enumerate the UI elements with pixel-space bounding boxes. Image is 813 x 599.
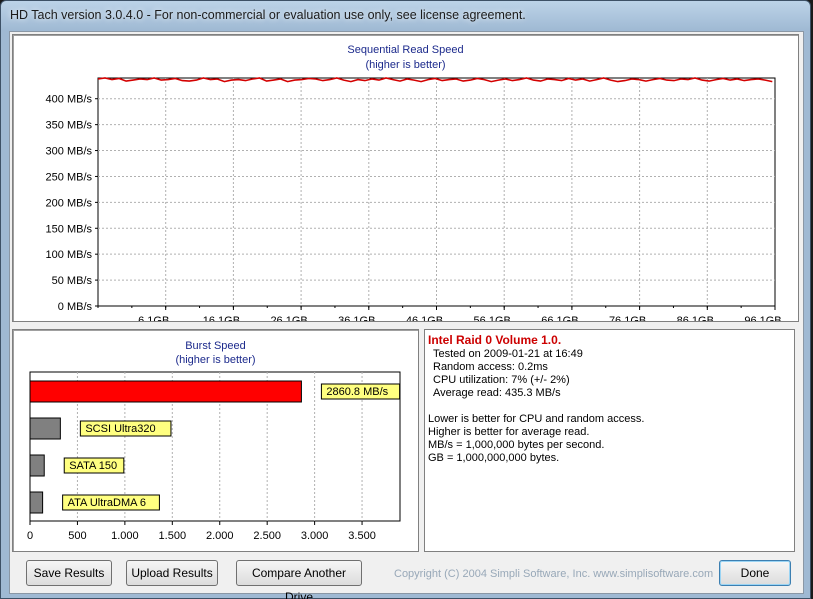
read-y-tick-label: 0 MB/s (58, 301, 93, 313)
client-area: Sequential Read Speed (higher is better)… (9, 31, 804, 599)
read-y-tick-label: 300 MB/s (46, 146, 93, 158)
note-lower-better: Lower is better for CPU and random acces… (428, 413, 645, 425)
read-y-tick-label: 400 MB/s (46, 94, 93, 106)
burst-x-tick-label: 3.000 (301, 530, 329, 542)
done-button[interactable]: Done (719, 560, 791, 586)
burst-bar (29, 417, 61, 440)
read-y-tick-label: 100 MB/s (46, 249, 93, 261)
drive-info-panel: Intel Raid 0 Volume 1.0. Tested on 2009-… (424, 329, 795, 552)
copyright-text: Copyright (C) 2004 Simpli Software, Inc.… (394, 568, 714, 580)
read-x-tick-label: 66,1GB (541, 315, 578, 321)
read-y-tick-label: 250 MB/s (46, 171, 93, 183)
sequential-read-panel: Sequential Read Speed (higher is better)… (12, 34, 799, 322)
burst-bar (29, 380, 302, 403)
read-y-tick-label: 350 MB/s (46, 120, 93, 132)
read-x-tick-label: 96,1GB (744, 315, 781, 321)
note-mbs-def: MB/s = 1,000,000 bytes per second. (428, 439, 605, 451)
window-title: HD Tach version 3.0.4.0 - For non-commer… (10, 8, 526, 22)
burst-speed-panel: Burst Speed (higher is better) 0 500 1.000… (12, 329, 419, 552)
save-results-button[interactable]: Save Results (26, 560, 112, 586)
read-x-tick-label: 86,1GB (677, 315, 714, 321)
read-x-tick-label: 16,1GB (203, 315, 240, 321)
burst-bar-label: SATA 150 (69, 460, 117, 472)
compare-drive-button[interactable]: Compare Another Drive (236, 560, 362, 599)
average-read: Average read: 435.3 MB/s (433, 387, 561, 399)
burst-x-tick-label: 1.500 (159, 530, 187, 542)
cpu-utilization: CPU utilization: 7% (+/- 2%) (433, 374, 570, 386)
read-x-tick-label: 6,1GB (138, 315, 169, 321)
burst-speed-chart: 0 500 1.000 1.500 2.000 2.500 3.000 3.500 2860.8… (27, 371, 401, 542)
read-x-tick-label: 56,1GB (474, 315, 511, 321)
read-y-tick-label: 150 MB/s (46, 223, 93, 235)
burst-bar (29, 454, 45, 477)
burst-bar-label: SCSI Ultra320 (85, 423, 155, 435)
random-access: Random access: 0.2ms (433, 361, 548, 373)
burst-bar-label: ATA UltraDMA 6 (68, 497, 146, 509)
read-y-tick-label: 50 MB/s (52, 275, 93, 287)
burst-bar-label: 2860.8 MB/s (326, 386, 388, 398)
read-y-tick-label: 200 MB/s (46, 197, 93, 209)
burst-x-tick-label: 2.000 (206, 530, 234, 542)
sequential-read-chart: 0 MB/s 50 MB/s 100 MB/s 150 MB/s 200 MB/s 250… (46, 77, 782, 321)
burst-x-tick-label: 1.000 (111, 530, 139, 542)
read-x-tick-label: 46,1GB (406, 315, 443, 321)
read-x-tick-label: 36,1GB (338, 315, 375, 321)
tested-date: Tested on 2009-01-21 at 16:49 (433, 348, 583, 360)
note-higher-better: Higher is better for average read. (428, 426, 590, 438)
drive-name: Intel Raid 0 Volume 1.0. (428, 333, 562, 347)
title-bar[interactable]: HD Tach version 3.0.4.0 - For non-commer… (1, 1, 810, 31)
app-window: HD Tach version 3.0.4.0 - For non-commer… (0, 0, 811, 599)
burst-x-tick-label: 3.500 (348, 530, 376, 542)
burst-x-tick-label: 500 (68, 530, 86, 542)
upload-results-button[interactable]: Upload Results (126, 560, 218, 586)
read-x-tick-label: 26,1GB (270, 315, 307, 321)
burst-x-tick-label: 0 (27, 530, 33, 542)
note-gb-def: GB = 1,000,000,000 bytes. (428, 452, 560, 464)
burst-bar (29, 491, 44, 514)
read-x-tick-label: 76,1GB (609, 315, 646, 321)
burst-x-tick-label: 2.500 (253, 530, 281, 542)
